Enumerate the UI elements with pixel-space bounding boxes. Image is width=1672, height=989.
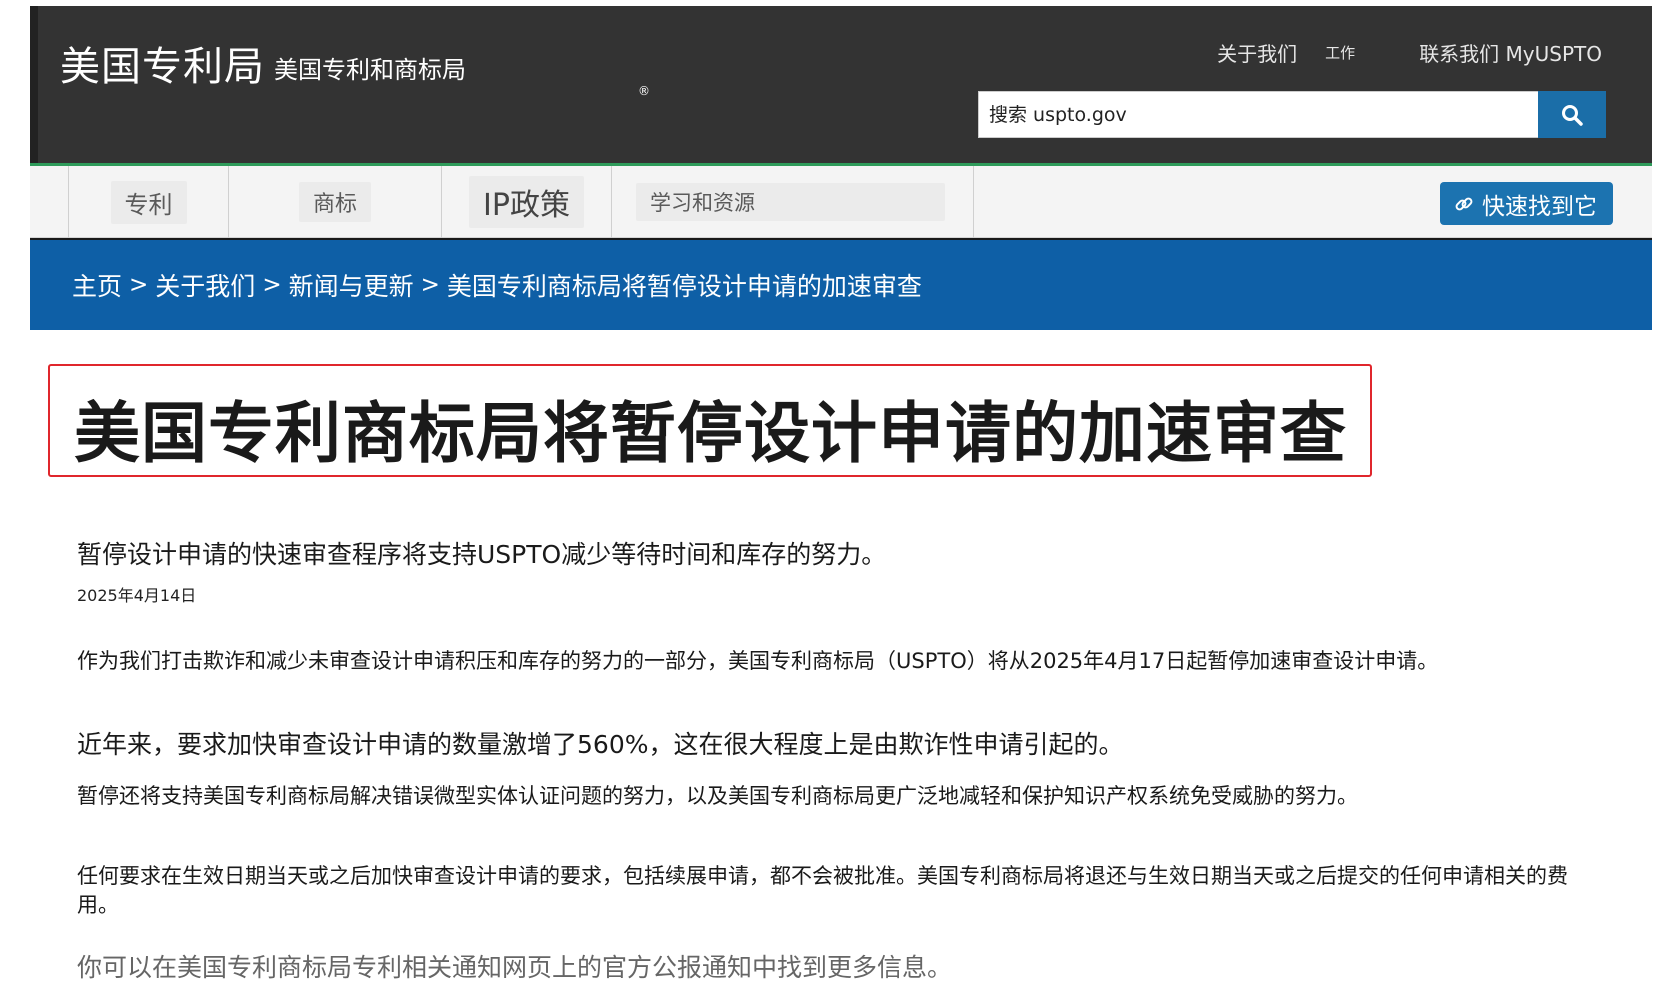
- nav-item-label: 学习和资源: [636, 183, 945, 221]
- site-logo-subtitle[interactable]: 美国专利和商标局: [274, 50, 466, 85]
- search-icon: [1562, 104, 1583, 126]
- breadcrumb-separator: >: [420, 272, 440, 298]
- registered-mark: ®: [638, 84, 650, 98]
- breadcrumb: 主页 > 关于我们 > 新闻与更新 > 美国专利商标局将暂停设计申请的加速审查: [30, 238, 1652, 330]
- site-logo[interactable]: 美国专利局: [60, 34, 265, 92]
- nav-item-learning-resources[interactable]: 学习和资源: [611, 166, 974, 238]
- article-paragraph: 任何要求在生效日期当天或之后加快审查设计申请的要求，包括续展申请，都不会被批准。…: [77, 864, 1568, 917]
- search-input[interactable]: [979, 92, 1539, 137]
- nav-item-label: 商标: [298, 182, 371, 222]
- nav-item-patents[interactable]: 专利: [68, 166, 228, 238]
- breadcrumb-home[interactable]: 主页: [72, 267, 122, 303]
- nav-item-ip-policy[interactable]: IP政策: [441, 166, 611, 238]
- nav-item-label: 专利: [110, 180, 187, 224]
- utility-links: 关于我们 工作 联系我们 MyUSPTO: [1217, 38, 1602, 67]
- breadcrumb-news-updates[interactable]: 新闻与更新: [289, 267, 414, 303]
- article-paragraph: 暂停还将支持美国专利商标局解决错误微型实体认证问题的努力，以及美国专利商标局更广…: [77, 784, 1358, 808]
- more-info-link[interactable]: 你可以在美国专利商标局专利相关通知网页上的官方公报通知中找到更多信息。: [77, 948, 952, 984]
- search-box: [978, 91, 1606, 138]
- breadcrumb-separator: >: [262, 272, 282, 298]
- site-header: 美国专利局 美国专利和商标局 ® 关于我们 工作 联系我们 MyUSPTO: [30, 6, 1652, 163]
- page-frame: 美国专利局 美国专利和商标局 ® 关于我们 工作 联系我们 MyUSPTO 专利…: [30, 6, 1652, 330]
- nav-item-label: IP政策: [469, 176, 584, 228]
- article-date: 2025年4月14日: [77, 586, 197, 605]
- breadcrumb-separator: >: [129, 272, 149, 298]
- about-us-link[interactable]: 关于我们: [1217, 38, 1297, 67]
- find-it-fast-label: 快速找到它: [1482, 193, 1597, 220]
- search-button[interactable]: [1538, 91, 1606, 138]
- title-highlight-box: 美国专利商标局将暂停设计申请的加速审查: [48, 364, 1372, 477]
- article-lead: 暂停设计申请的快速审查程序将支持USPTO减少等待时间和库存的努力。: [77, 540, 887, 569]
- contact-myuspto-link[interactable]: 联系我们 MyUSPTO: [1419, 38, 1602, 67]
- breadcrumb-about-us[interactable]: 关于我们: [155, 267, 255, 303]
- article-paragraph: 作为我们打击欺诈和减少未审查设计申请积压和库存的努力的一部分，美国专利商标局（U…: [77, 649, 1439, 673]
- breadcrumb-current-page: 美国专利商标局将暂停设计申请的加速审查: [446, 272, 922, 301]
- page-title: 美国专利商标局将暂停设计申请的加速审查: [74, 395, 1347, 472]
- jobs-link[interactable]: 工作: [1325, 42, 1355, 63]
- main-nav: 专利 商标 IP政策 学习和资源 快速找到它: [30, 163, 1652, 238]
- link-icon: [1455, 197, 1473, 210]
- nav-item-trademarks[interactable]: 商标: [228, 166, 441, 238]
- find-it-fast-button[interactable]: 快速找到它: [1440, 182, 1613, 225]
- article-paragraph: 近年来，要求加快审查设计申请的数量激增了560%，这在很大程度上是由欺诈性申请引…: [77, 730, 1124, 759]
